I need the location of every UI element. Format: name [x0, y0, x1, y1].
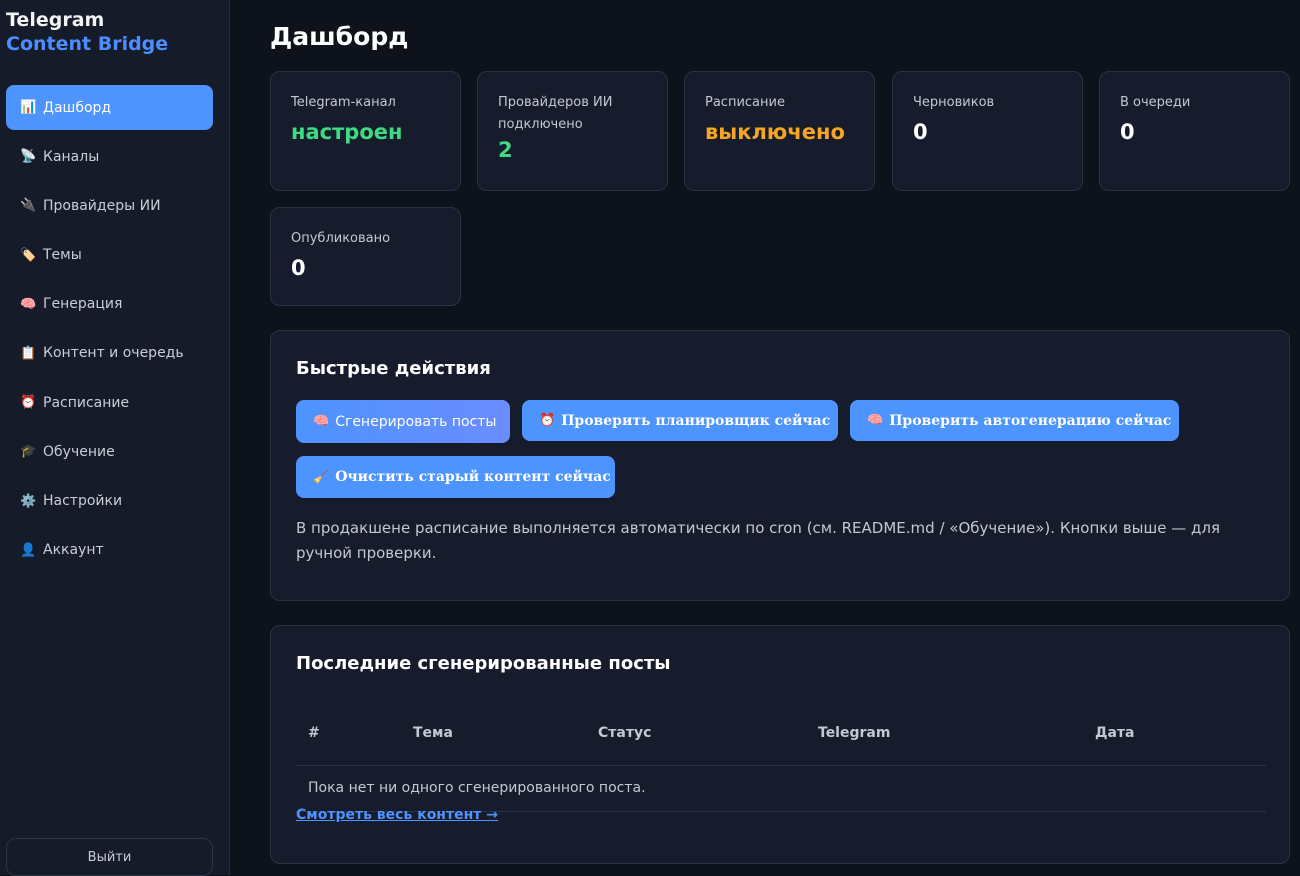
sidebar-item-channels[interactable]: 📡 Каналы: [6, 134, 213, 179]
sidebar-item-settings[interactable]: ⚙️ Настройки: [6, 479, 213, 524]
logout-button[interactable]: Выйти: [6, 838, 213, 876]
check-autogeneration-button[interactable]: 🧠 Проверить автогенерацию сейчас: [850, 400, 1179, 441]
generate-posts-button[interactable]: 🧠 Сгенерировать посты: [296, 400, 510, 443]
stat-card-telegram-channel: Telegram-канал настроен: [270, 71, 461, 191]
clipboard-icon: 📋: [20, 345, 37, 361]
cleanup-content-button[interactable]: 🧹 Очистить старый контент сейчас: [296, 456, 615, 498]
brand-logo[interactable]: Telegram Content Bridge: [6, 8, 168, 56]
stat-value: 2: [498, 138, 513, 162]
stat-card-schedule: Расписание выключено: [684, 71, 875, 191]
stat-value: 0: [913, 120, 928, 144]
stat-card-queued: В очереди 0: [1099, 71, 1290, 191]
stat-label: Опубликовано: [291, 231, 391, 246]
stat-label: Расписание: [705, 95, 785, 110]
sidebar-item-learning[interactable]: 🎓 Обучение: [6, 429, 213, 474]
sidebar-item-schedule[interactable]: ⏰ Расписание: [6, 380, 213, 425]
sidebar-item-generation[interactable]: 🧠 Генерация: [6, 282, 213, 327]
sidebar-item-account[interactable]: 👤 Аккаунт: [6, 528, 213, 573]
stat-label: В очереди: [1120, 95, 1191, 110]
stat-card-drafts: Черновиков 0: [892, 71, 1083, 191]
column-header-telegram: Telegram: [806, 701, 1083, 766]
alarm-clock-icon: ⏰: [539, 413, 556, 428]
view-all-content-link[interactable]: Смотреть весь контент →: [296, 807, 498, 823]
sidebar-item-label: Аккаунт: [43, 542, 104, 559]
stat-card-ai-providers: Провайдеров ИИ подключено 2: [477, 71, 668, 191]
sidebar-item-label: Темы: [43, 247, 82, 264]
recent-posts-card: Последние сгенерированные посты # Тема С…: [270, 625, 1290, 864]
sidebar-item-label: Каналы: [43, 148, 100, 165]
stat-value: настроен: [291, 120, 403, 144]
stat-value: выключено: [705, 120, 845, 144]
sidebar-item-ai-providers[interactable]: 🔌 Провайдеры ИИ: [6, 183, 213, 228]
graduation-cap-icon: 🎓: [20, 444, 37, 460]
stat-value: 0: [291, 256, 306, 280]
brain-icon: 🧠: [867, 413, 884, 428]
sidebar-item-label: Настройки: [43, 493, 123, 509]
sidebar-item-label: Расписание: [43, 394, 130, 411]
column-header-topic: Тема: [401, 701, 586, 766]
stat-label: Черновиков: [913, 95, 995, 110]
gear-icon: ⚙️: [20, 493, 37, 509]
empty-state-message: Пока нет ни одного сгенерированного пост…: [296, 765, 1266, 812]
column-header-status: Статус: [586, 701, 806, 766]
sidebar-item-dashboard[interactable]: 📊 Дашборд: [6, 85, 213, 130]
stat-value: 0: [1120, 120, 1135, 144]
sidebar-nav: 📊 Дашборд 📡 Каналы 🔌 Провайдеры ИИ 🏷️ Те…: [6, 85, 213, 577]
stat-label: Провайдеров ИИ подключено: [498, 95, 613, 132]
brain-icon: 🧠: [20, 296, 37, 312]
table-header-row: # Тема Статус Telegram Дата: [296, 701, 1266, 766]
quick-actions-card: Быстрые действия 🧠 Сгенерировать посты ⏰…: [270, 330, 1290, 601]
recent-posts-title: Последние сгенерированные посты: [296, 653, 671, 674]
sidebar-item-label: Провайдеры ИИ: [43, 197, 161, 214]
brain-icon: 🧠: [313, 414, 330, 429]
satellite-icon: 📡: [20, 149, 37, 165]
check-scheduler-button[interactable]: ⏰ Проверить планировщик сейчас: [522, 400, 838, 441]
brand-line2: Content Bridge: [6, 33, 169, 55]
brand-line1: Telegram: [6, 9, 105, 31]
column-header-number: #: [296, 701, 401, 766]
broom-icon: 🧹: [313, 469, 330, 485]
sidebar-item-content-queue[interactable]: 📋 Контент и очередь: [6, 331, 213, 376]
user-icon: 👤: [20, 542, 37, 558]
chart-icon: 📊: [20, 100, 37, 115]
sidebar-item-label: Контент и очередь: [43, 345, 184, 362]
page-title: Дашборд: [270, 22, 409, 51]
tag-icon: 🏷️: [20, 247, 37, 263]
column-header-date: Дата: [1083, 701, 1266, 766]
sidebar-item-label: Обучение: [43, 443, 115, 460]
button-label: Очистить старый контент сейчас: [335, 469, 611, 485]
sidebar-item-label: Генерация: [43, 296, 123, 313]
button-label: Сгенерировать посты: [335, 413, 497, 430]
sidebar: Telegram Content Bridge 📊 Дашборд 📡 Кана…: [0, 0, 230, 876]
quick-actions-title: Быстрые действия: [296, 358, 491, 379]
alarm-clock-icon: ⏰: [20, 395, 37, 411]
sidebar-item-label: Дашборд: [43, 99, 112, 116]
table-row: Пока нет ни одного сгенерированного пост…: [296, 765, 1266, 812]
button-label: Проверить автогенерацию сейчас: [889, 412, 1172, 429]
plug-icon: 🔌: [20, 198, 37, 214]
quick-actions-note: В продакшене расписание выполняется авто…: [296, 519, 1220, 562]
stat-card-published: Опубликовано 0: [270, 207, 461, 306]
button-label: Проверить планировщик сейчас: [561, 412, 831, 429]
stat-label: Telegram-канал: [291, 95, 396, 110]
recent-posts-table: # Тема Статус Telegram Дата Пока нет ни …: [296, 701, 1266, 812]
sidebar-item-topics[interactable]: 🏷️ Темы: [6, 233, 213, 278]
